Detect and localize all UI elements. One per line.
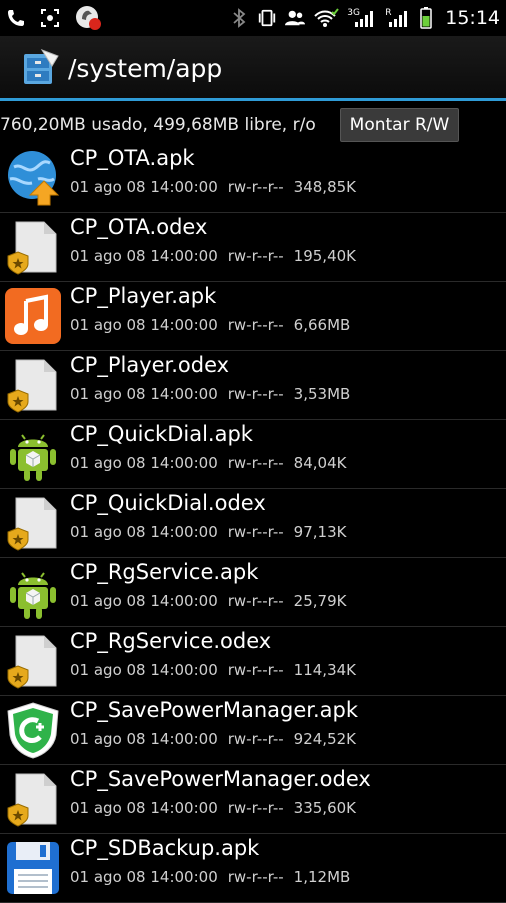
file-date: 01 ago 08 14:00:00 <box>70 868 218 886</box>
file-size: 25,79K <box>293 592 347 610</box>
network-3g-label: 3G <box>347 8 360 18</box>
file-name: CP_SavePowerManager.apk <box>70 698 359 722</box>
file-name: CP_Player.apk <box>70 284 217 308</box>
shield-plus-icon <box>4 701 62 759</box>
file-name: CP_SDBackup.apk <box>70 836 260 860</box>
file-meta: 01 ago 08 14:00:00 rw-r--r-- 335,60K <box>70 799 366 817</box>
odex-file-icon <box>4 494 62 552</box>
file-size: 97,13K <box>293 523 347 541</box>
file-permissions: rw-r--r-- <box>227 661 284 679</box>
contacts-icon <box>285 8 306 28</box>
file-date: 01 ago 08 14:00:00 <box>70 661 218 679</box>
file-row[interactable]: CP_RgService.apk 01 ago 08 14:00:00 rw-r--… <box>0 558 506 627</box>
storage-info-row: 760,20MB usado, 499,68MB libre, r/o Mont… <box>0 104 506 146</box>
file-name: CP_OTA.odex <box>70 215 208 239</box>
file-row[interactable]: CP_RgService.odex 01 ago 08 14:00:00 rw-r-… <box>0 627 506 696</box>
file-row[interactable]: CP_SDBackup.apk 01 ago 08 14:00:00 rw-r--r… <box>0 834 506 903</box>
file-size: 84,04K <box>293 454 347 472</box>
file-meta: 01 ago 08 14:00:00 rw-r--r-- 348,85K <box>70 178 366 196</box>
file-permissions: rw-r--r-- <box>227 868 284 886</box>
signal-icon: R <box>385 8 411 28</box>
bluetooth-icon <box>229 8 249 28</box>
odex-file-icon <box>4 356 62 414</box>
file-name: CP_RgService.apk <box>70 560 259 584</box>
file-meta: 01 ago 08 14:00:00 rw-r--r-- 6,66MB <box>70 316 360 334</box>
file-size: 6,66MB <box>293 316 351 334</box>
battery-icon <box>419 7 433 29</box>
file-cabinet-icon[interactable] <box>20 48 60 88</box>
file-meta: 01 ago 08 14:00:00 rw-r--r-- 924,52K <box>70 730 366 748</box>
odex-file-icon <box>4 632 62 690</box>
network-r-label: R <box>385 8 392 18</box>
file-date: 01 ago 08 14:00:00 <box>70 730 218 748</box>
file-name: CP_OTA.apk <box>70 146 195 170</box>
signal-3g-icon: 3G <box>347 8 377 28</box>
floppy-disk-icon <box>4 839 62 897</box>
file-permissions: rw-r--r-- <box>227 316 284 334</box>
file-name: CP_SavePowerManager.odex <box>70 767 371 791</box>
file-permissions: rw-r--r-- <box>227 385 284 403</box>
file-permissions: rw-r--r-- <box>227 523 284 541</box>
file-date: 01 ago 08 14:00:00 <box>70 385 218 403</box>
file-size: 1,12MB <box>293 868 351 886</box>
odex-file-icon <box>4 770 62 828</box>
wifi-icon <box>313 8 340 28</box>
file-list: CP_OTA.apk 01 ago 08 14:00:00 rw-r--r-- 348… <box>0 144 506 903</box>
android-icon <box>4 563 62 621</box>
file-row[interactable]: CP_OTA.odex 01 ago 08 14:00:00 rw-r--r-- 19… <box>0 213 506 282</box>
file-row[interactable]: CP_QuickDial.odex 01 ago 08 14:00:00 rw-r-… <box>0 489 506 558</box>
title-bar: /system/app <box>0 36 506 100</box>
file-permissions: rw-r--r-- <box>227 247 284 265</box>
file-date: 01 ago 08 14:00:00 <box>70 454 218 472</box>
file-meta: 01 ago 08 14:00:00 rw-r--r-- 25,79K <box>70 592 356 610</box>
storage-usage-text: 760,20MB usado, 499,68MB libre, r/o <box>0 115 316 135</box>
file-name: CP_Player.odex <box>70 353 230 377</box>
android-icon <box>4 425 62 483</box>
file-date: 01 ago 08 14:00:00 <box>70 592 218 610</box>
mount-rw-button[interactable]: Montar R/W <box>340 108 459 142</box>
status-clock: 15:14 <box>445 7 500 29</box>
file-size: 335,60K <box>293 799 356 817</box>
file-row[interactable]: CP_Player.odex 01 ago 08 14:00:00 rw-r--r-… <box>0 351 506 420</box>
screenshot-icon <box>40 8 60 28</box>
odex-file-icon <box>4 218 62 276</box>
file-permissions: rw-r--r-- <box>227 178 284 196</box>
file-date: 01 ago 08 14:00:00 <box>70 247 218 265</box>
file-permissions: rw-r--r-- <box>227 730 284 748</box>
phone-call-icon <box>6 8 26 28</box>
title-divider <box>0 98 506 101</box>
vibrate-icon <box>257 8 277 28</box>
file-meta: 01 ago 08 14:00:00 rw-r--r-- 114,34K <box>70 661 366 679</box>
file-size: 3,53MB <box>293 385 351 403</box>
file-row[interactable]: CP_SavePowerManager.odex 01 ago 08 14:00:… <box>0 765 506 834</box>
file-row[interactable]: CP_SavePowerManager.apk 01 ago 08 14:00:0… <box>0 696 506 765</box>
file-size: 348,85K <box>293 178 356 196</box>
file-permissions: rw-r--r-- <box>227 454 284 472</box>
file-name: CP_QuickDial.apk <box>70 422 253 446</box>
file-name: CP_RgService.odex <box>70 629 272 653</box>
file-size: 924,52K <box>293 730 356 748</box>
file-meta: 01 ago 08 14:00:00 rw-r--r-- 84,04K <box>70 454 356 472</box>
file-meta: 01 ago 08 14:00:00 rw-r--r-- 97,13K <box>70 523 356 541</box>
file-permissions: rw-r--r-- <box>227 799 284 817</box>
notification-badge-icon <box>74 4 102 32</box>
status-bar: 3G R 15:14 <box>0 0 506 36</box>
file-row[interactable]: CP_Player.apk 01 ago 08 14:00:00 rw-r--r--… <box>0 282 506 351</box>
file-row[interactable]: CP_OTA.apk 01 ago 08 14:00:00 rw-r--r-- 348… <box>0 144 506 213</box>
globe-upload-icon <box>4 149 62 207</box>
file-meta: 01 ago 08 14:00:00 rw-r--r-- 195,40K <box>70 247 366 265</box>
page-title: /system/app <box>68 53 223 83</box>
file-row[interactable]: CP_QuickDial.apk 01 ago 08 14:00:00 rw-r--… <box>0 420 506 489</box>
file-size: 114,34K <box>293 661 356 679</box>
file-meta: 01 ago 08 14:00:00 rw-r--r-- 1,12MB <box>70 868 360 886</box>
file-date: 01 ago 08 14:00:00 <box>70 316 218 334</box>
file-permissions: rw-r--r-- <box>227 592 284 610</box>
file-name: CP_QuickDial.odex <box>70 491 266 515</box>
file-date: 01 ago 08 14:00:00 <box>70 523 218 541</box>
file-date: 01 ago 08 14:00:00 <box>70 799 218 817</box>
file-meta: 01 ago 08 14:00:00 rw-r--r-- 3,53MB <box>70 385 360 403</box>
file-size: 195,40K <box>293 247 356 265</box>
file-date: 01 ago 08 14:00:00 <box>70 178 218 196</box>
music-note-icon <box>4 287 62 345</box>
